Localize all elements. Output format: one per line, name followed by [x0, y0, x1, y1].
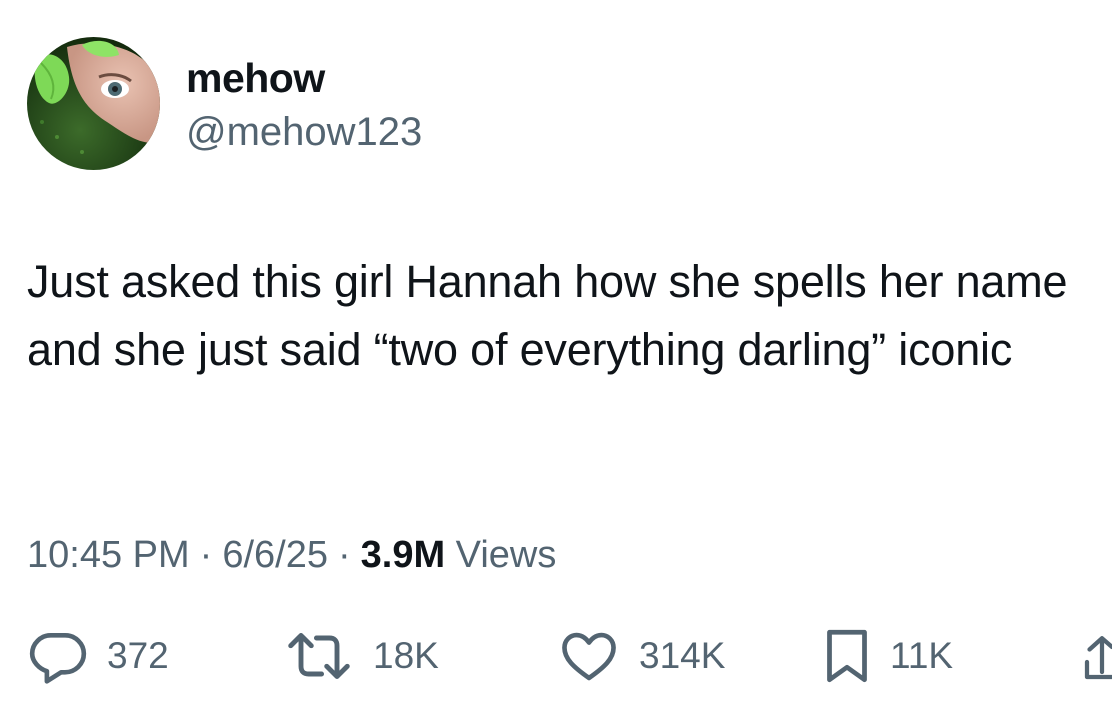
avatar[interactable] [27, 37, 160, 170]
tweet-actions: 372 18K 314K 11K [0, 624, 1112, 688]
repost-button[interactable]: 18K [283, 624, 439, 688]
display-name[interactable]: mehow [186, 54, 325, 102]
repost-count: 18K [373, 635, 439, 676]
like-count: 314K [639, 635, 726, 676]
tweet-meta: 10:45 PM · 6/6/25 · 3.9M Views [27, 532, 556, 578]
tweet-date[interactable]: 6/6/25 [222, 534, 328, 576]
tweet-time[interactable]: 10:45 PM [27, 534, 190, 576]
bookmark-icon [822, 625, 872, 687]
like-button[interactable]: 314K [557, 624, 725, 688]
share-icon [1082, 636, 1112, 686]
user-handle[interactable]: @mehow123 [186, 108, 422, 156]
heart-icon [557, 625, 621, 687]
meta-separator: · [337, 534, 351, 576]
reply-icon [27, 625, 89, 687]
views-count: 3.9M [360, 534, 446, 576]
bookmark-button[interactable]: 11K [822, 624, 953, 688]
reply-button[interactable]: 372 [27, 624, 169, 688]
bookmark-count: 11K [890, 635, 954, 676]
repost-icon [283, 625, 355, 687]
reply-count: 372 [107, 635, 169, 676]
views-label: Views [455, 534, 557, 576]
share-button[interactable] [1082, 632, 1112, 687]
meta-separator: · [199, 534, 213, 576]
tweet-text: Just asked this girl Hannah how she spel… [27, 256, 1068, 375]
